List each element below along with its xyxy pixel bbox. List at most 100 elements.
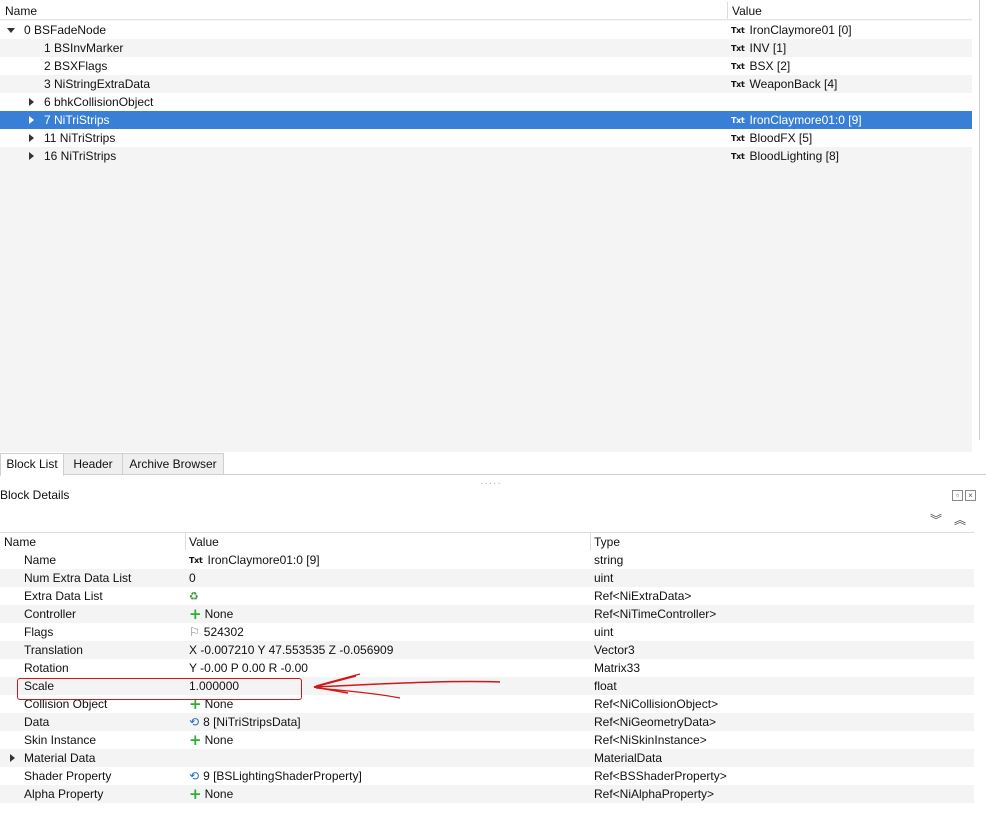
- collapse-all-icon[interactable]: ︽: [954, 511, 966, 528]
- tab-block-list[interactable]: Block List: [0, 453, 64, 476]
- detail-row-translation[interactable]: Translation X -0.007210 Y 47.553535 Z -0…: [0, 641, 974, 659]
- detail-type: uint: [594, 625, 614, 639]
- tree-row-nitristrips-16[interactable]: 16 NiTriStrips Txt BloodLighting [8]: [0, 147, 972, 165]
- tree-row-nistringextradata[interactable]: 3 NiStringExtraData Txt WeaponBack [4]: [0, 75, 972, 93]
- list-icon[interactable]: ♻: [189, 588, 199, 606]
- detail-row-shader-property[interactable]: Shader Property ⟲ 9 [BSLightingShaderProp…: [0, 767, 974, 785]
- dock-controls: ▫ ×: [950, 487, 976, 501]
- detail-type: float: [594, 679, 617, 693]
- details-col-name[interactable]: Name: [4, 535, 36, 549]
- detail-row-num-extra-data-list[interactable]: Num Extra Data List 0 uint: [0, 569, 974, 587]
- detail-name: Shader Property: [24, 769, 112, 783]
- tree-value-text: WeaponBack [4]: [749, 77, 838, 91]
- detail-value[interactable]: Txt IronClaymore01:0 [9]: [189, 551, 320, 570]
- tree-value-text: BloodFX [5]: [749, 131, 813, 145]
- txt-icon: Txt: [731, 80, 745, 89]
- detail-type: Ref<NiGeometryData>: [594, 715, 717, 729]
- detail-row-data[interactable]: Data ⟲ 8 [NiTriStripsData] Ref<NiGeometry…: [0, 713, 974, 731]
- detail-row-alpha-property[interactable]: Alpha Property + None Ref<NiAlphaProperty…: [0, 785, 974, 803]
- expand-arrow-icon[interactable]: [29, 134, 34, 142]
- detail-value[interactable]: + None: [189, 731, 233, 749]
- link-icon[interactable]: ⟲: [189, 713, 199, 731]
- tree-value-text: IronClaymore01:0 [9]: [749, 113, 862, 127]
- block-details-title: Block Details: [0, 488, 70, 502]
- details-col-divider[interactable]: [590, 533, 591, 550]
- tree-col-divider[interactable]: [727, 2, 728, 19]
- detail-row-flags[interactable]: Flags ⚐ 524302 uint: [0, 623, 974, 641]
- tree-value-text: IronClaymore01 [0]: [749, 23, 852, 37]
- tree-row-label: 2 BSXFlags: [44, 59, 108, 73]
- detail-value[interactable]: ⟲ 8 [NiTriStripsData]: [189, 713, 301, 731]
- details-col-divider[interactable]: [185, 533, 186, 550]
- plus-icon[interactable]: +: [189, 607, 202, 622]
- plus-icon[interactable]: +: [189, 733, 202, 748]
- detail-value[interactable]: ⚐ 524302: [189, 623, 244, 641]
- collapse-arrow-icon[interactable]: [7, 28, 15, 33]
- tree-row-value: Txt BSX [2]: [731, 57, 790, 76]
- detail-row-controller[interactable]: Controller + None Ref<NiTimeController>: [0, 605, 974, 623]
- tree-scrollbar[interactable]: [979, 0, 980, 440]
- splitter-grip-icon[interactable]: ·····: [480, 478, 502, 489]
- close-panel-icon[interactable]: ×: [965, 490, 976, 501]
- tree-value-text: BloodLighting [8]: [749, 149, 839, 163]
- tree-row-bsfadenode[interactable]: 0 BSFadeNode Txt IronClaymore01 [0]: [0, 21, 972, 39]
- detail-value-text: None: [204, 787, 234, 801]
- tree-row-label: 6 bhkCollisionObject: [44, 95, 154, 109]
- plus-icon[interactable]: +: [189, 787, 202, 802]
- detail-value-text: None: [204, 607, 234, 621]
- tree-row-label: 11 NiTriStrips: [44, 131, 116, 145]
- tree-row-value: Txt BloodFX [5]: [731, 129, 812, 148]
- tree-row-bhkcollisionobject[interactable]: 6 bhkCollisionObject: [0, 93, 972, 111]
- tree-row-bsinvmarker[interactable]: 1 BSInvMarker Txt INV [1]: [0, 39, 972, 57]
- detail-row-extra-data-list[interactable]: Extra Data List ♻ Ref<NiExtraData>: [0, 587, 974, 605]
- details-col-type[interactable]: Type: [594, 535, 620, 549]
- tree-row-value: Txt IronClaymore01 [0]: [731, 21, 852, 40]
- detail-name: Rotation: [24, 661, 69, 675]
- detail-value-text: 9 [BSLightingShaderProperty]: [203, 769, 362, 783]
- tree-row-bsxflags[interactable]: 2 BSXFlags Txt BSX [2]: [0, 57, 972, 75]
- tab-archive-browser[interactable]: Archive Browser: [122, 453, 224, 475]
- detail-name: Skin Instance: [24, 733, 97, 747]
- txt-icon: Txt: [731, 44, 745, 53]
- tree-col-name[interactable]: Name: [5, 4, 37, 18]
- txt-icon: Txt: [731, 134, 745, 143]
- detail-type: string: [594, 553, 624, 567]
- expand-arrow-icon[interactable]: [10, 754, 15, 762]
- detail-type: Ref<NiAlphaProperty>: [594, 787, 715, 801]
- flag-icon[interactable]: ⚐: [189, 623, 200, 641]
- tree-value-text: BSX [2]: [749, 59, 791, 73]
- detail-type: Ref<NiExtraData>: [594, 589, 692, 603]
- detail-row-material-data[interactable]: Material Data MaterialData: [0, 749, 974, 767]
- detail-value[interactable]: Y -0.00 P 0.00 R -0.00: [189, 659, 308, 677]
- details-col-value[interactable]: Value: [189, 535, 219, 549]
- detail-row-name[interactable]: Name Txt IronClaymore01:0 [9] string: [0, 551, 974, 569]
- expand-arrow-icon[interactable]: [29, 116, 34, 124]
- txt-icon: Txt: [731, 152, 745, 161]
- tab-header[interactable]: Header: [63, 453, 123, 475]
- detail-value[interactable]: X -0.007210 Y 47.553535 Z -0.056909: [189, 641, 393, 659]
- detail-value[interactable]: + None: [189, 605, 233, 623]
- detail-value[interactable]: + None: [189, 785, 233, 803]
- annotation-arrow-icon: [313, 673, 501, 699]
- detail-type: Ref<NiSkinInstance>: [594, 733, 707, 747]
- detail-value[interactable]: ♻: [189, 587, 199, 606]
- detail-name: Num Extra Data List: [24, 571, 132, 585]
- detail-name: Data: [24, 715, 50, 729]
- tab-bar: Block List Header Archive Browser: [0, 453, 986, 476]
- expand-arrow-icon[interactable]: [29, 152, 34, 160]
- tree-row-nitristrips-11[interactable]: 11 NiTriStrips Txt BloodFX [5]: [0, 129, 972, 147]
- detail-row-skin-instance[interactable]: Skin Instance + None Ref<NiSkinInstance>: [0, 731, 974, 749]
- expand-all-icon[interactable]: ︾: [930, 511, 942, 528]
- detail-value[interactable]: ⟲ 9 [BSLightingShaderProperty]: [189, 767, 362, 785]
- expand-arrow-icon[interactable]: [29, 98, 34, 106]
- float-panel-icon[interactable]: ▫: [952, 490, 963, 501]
- tree-row-nitristrips-7[interactable]: 7 NiTriStrips Txt IronClaymore01:0 [9]: [0, 111, 972, 129]
- tree-row-label: 0 BSFadeNode: [24, 23, 107, 37]
- link-icon[interactable]: ⟲: [189, 767, 199, 785]
- detail-type: Ref<NiCollisionObject>: [594, 697, 719, 711]
- tree-row-value: Txt WeaponBack [4]: [731, 75, 837, 94]
- detail-value[interactable]: 0: [189, 569, 196, 587]
- tree-col-value[interactable]: Value: [732, 4, 762, 18]
- detail-type: Ref<NiTimeController>: [594, 607, 717, 621]
- tree-row-value: Txt INV [1]: [731, 39, 786, 58]
